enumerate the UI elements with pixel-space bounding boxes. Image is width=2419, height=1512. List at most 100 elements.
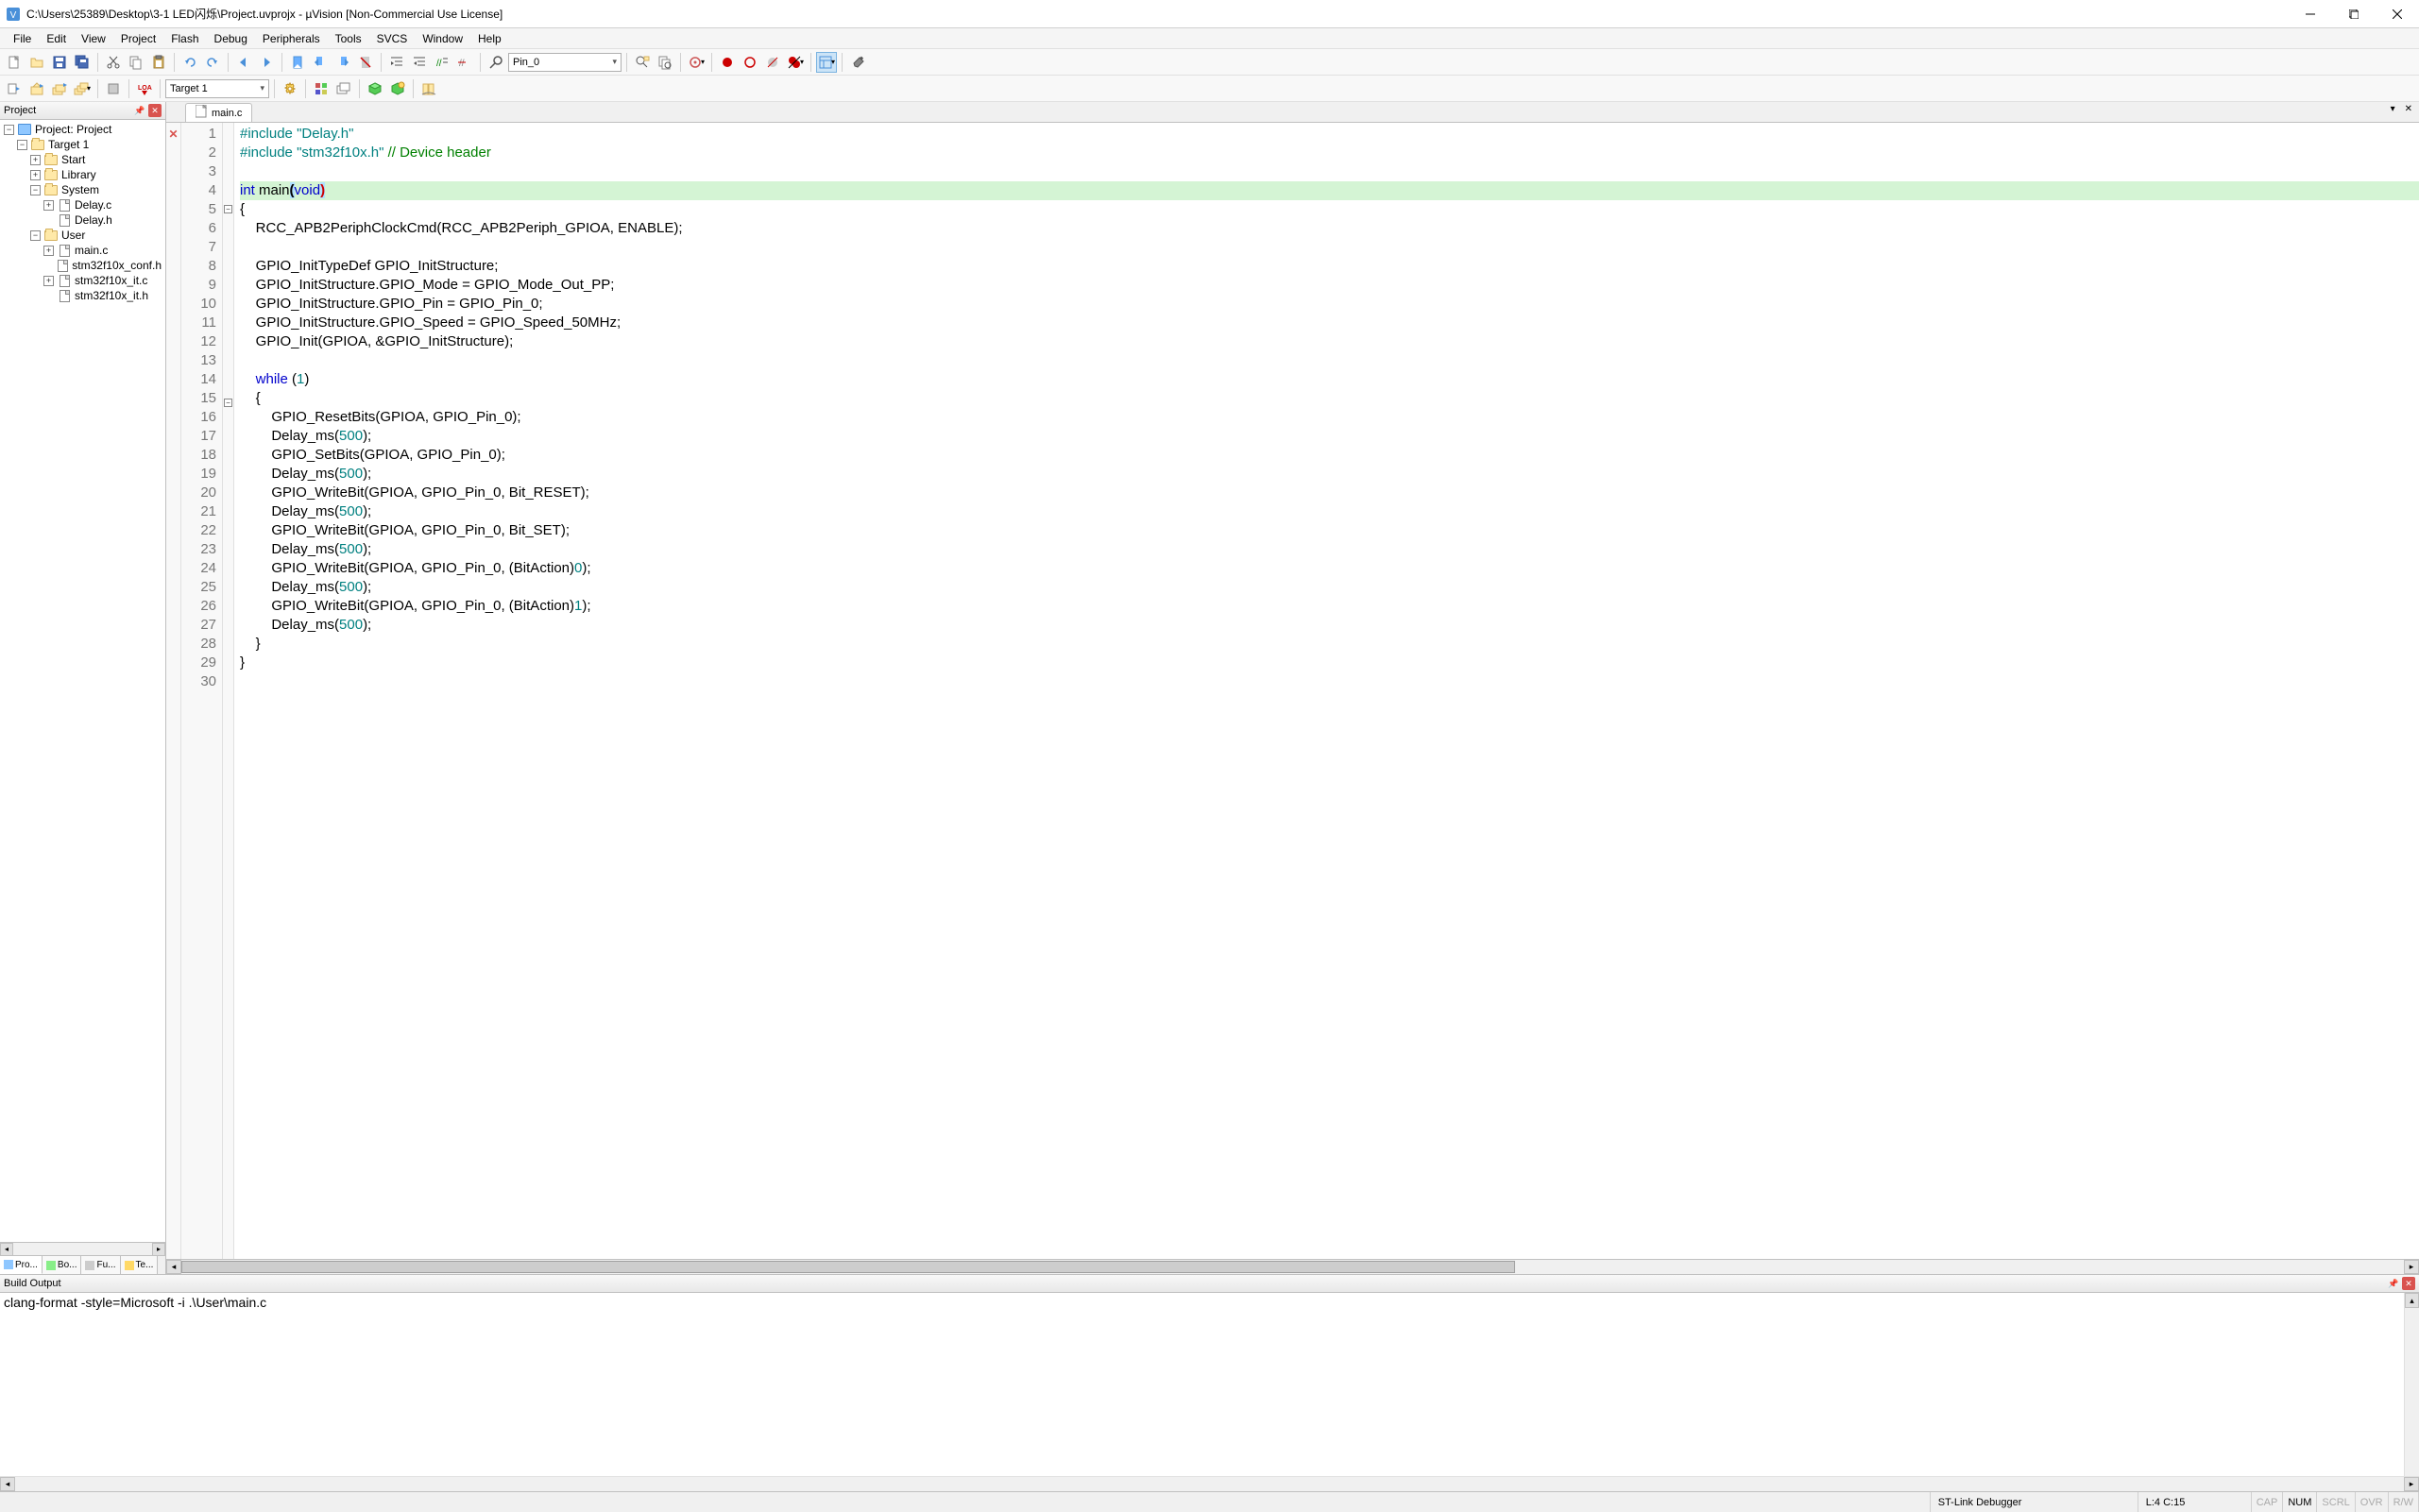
tree-group-start[interactable]: +Start	[0, 152, 165, 167]
code-line-15[interactable]: {	[240, 389, 2419, 408]
code-line-6[interactable]: RCC_APB2PeriphClockCmd(RCC_APB2Periph_GP…	[240, 219, 2419, 238]
find-in-files-button[interactable]	[655, 52, 675, 73]
stop-build-button[interactable]	[103, 78, 124, 99]
rebuild-button[interactable]	[49, 78, 70, 99]
books-button[interactable]	[418, 78, 439, 99]
scroll-right-icon[interactable]: ▸	[2404, 1260, 2419, 1274]
code-line-22[interactable]: GPIO_WriteBit(GPIOA, GPIO_Pin_0, Bit_SET…	[240, 521, 2419, 540]
translate-button[interactable]	[4, 78, 25, 99]
redo-button[interactable]	[202, 52, 223, 73]
scroll-left-icon[interactable]: ◂	[0, 1477, 15, 1491]
code-line-12[interactable]: GPIO_Init(GPIOA, &GPIO_InitStructure);	[240, 332, 2419, 351]
copy-button[interactable]	[126, 52, 146, 73]
code-line-13[interactable]	[240, 351, 2419, 370]
tab-dropdown-icon[interactable]: ▾	[2388, 104, 2398, 114]
code-line-25[interactable]: Delay_ms(500);	[240, 578, 2419, 597]
code-line-21[interactable]: Delay_ms(500);	[240, 502, 2419, 521]
panel-close-icon[interactable]: ✕	[2402, 1277, 2415, 1290]
build-button[interactable]	[26, 78, 47, 99]
unindent-button[interactable]	[409, 52, 430, 73]
bookmark-clear-button[interactable]	[355, 52, 376, 73]
scroll-right-icon[interactable]: ▸	[2404, 1477, 2419, 1491]
menu-svcs[interactable]: SVCS	[369, 30, 416, 47]
project-tab-0[interactable]: Pro...	[0, 1256, 43, 1274]
save-all-button[interactable]	[72, 52, 93, 73]
menu-window[interactable]: Window	[415, 30, 470, 47]
batch-build-button[interactable]: ▾	[72, 78, 93, 99]
code-editor[interactable]: ✕ 12345678910111213141516171819202122232…	[166, 123, 2419, 1259]
project-tab-1[interactable]: Bo...	[43, 1256, 82, 1274]
tree-hscroll[interactable]: ◂ ▸	[0, 1242, 165, 1255]
code-line-8[interactable]: GPIO_InitTypeDef GPIO_InitStructure;	[240, 257, 2419, 276]
menu-tools[interactable]: Tools	[328, 30, 369, 47]
tree-file-main-c[interactable]: +main.c	[0, 243, 165, 258]
scroll-up-icon[interactable]: ▴	[2405, 1293, 2419, 1308]
breakpoint-kill-button[interactable]: ▾	[785, 52, 806, 73]
menu-file[interactable]: File	[6, 30, 39, 47]
tree-file-stm32f10x_conf-h[interactable]: stm32f10x_conf.h	[0, 258, 165, 273]
code-line-29[interactable]: }	[240, 654, 2419, 672]
download-button[interactable]: LOAD	[134, 78, 155, 99]
nav-back-button[interactable]	[233, 52, 254, 73]
debug-button[interactable]: ▾	[686, 52, 707, 73]
code-line-5[interactable]: {	[240, 200, 2419, 219]
open-file-button[interactable]	[26, 52, 47, 73]
bookmark-next-button[interactable]	[332, 52, 353, 73]
menu-help[interactable]: Help	[470, 30, 509, 47]
tree-group-system[interactable]: −System	[0, 182, 165, 197]
nav-forward-button[interactable]	[256, 52, 277, 73]
window-layout-button[interactable]: ▾	[816, 52, 837, 73]
code-line-26[interactable]: GPIO_WriteBit(GPIOA, GPIO_Pin_0, (BitAct…	[240, 597, 2419, 616]
incremental-find-button[interactable]	[632, 52, 653, 73]
code-line-17[interactable]: Delay_ms(500);	[240, 427, 2419, 446]
tree-file-stm32f10x_it-h[interactable]: stm32f10x_it.h	[0, 288, 165, 303]
maximize-button[interactable]	[2332, 0, 2376, 28]
comment-button[interactable]: //	[432, 52, 452, 73]
build-vscroll[interactable]: ▴	[2404, 1293, 2419, 1476]
build-output-text[interactable]: clang-format -style=Microsoft -i .\User\…	[0, 1293, 2419, 1476]
project-tab-3[interactable]: Te...	[121, 1256, 159, 1274]
code-line-18[interactable]: GPIO_SetBits(GPIOA, GPIO_Pin_0);	[240, 446, 2419, 465]
project-tree[interactable]: −Project: Project−Target 1+Start+Library…	[0, 120, 165, 1242]
tree-file-Delay-c[interactable]: +Delay.c	[0, 197, 165, 212]
tree-target[interactable]: −Target 1	[0, 137, 165, 152]
tree-project-root[interactable]: −Project: Project	[0, 122, 165, 137]
code-line-20[interactable]: GPIO_WriteBit(GPIOA, GPIO_Pin_0, Bit_RES…	[240, 484, 2419, 502]
menu-view[interactable]: View	[74, 30, 113, 47]
build-hscroll[interactable]: ◂ ▸	[0, 1476, 2419, 1491]
menu-flash[interactable]: Flash	[163, 30, 206, 47]
save-button[interactable]	[49, 52, 70, 73]
code-line-3[interactable]	[240, 162, 2419, 181]
target-combo[interactable]: Target 1	[165, 79, 269, 98]
indent-button[interactable]	[386, 52, 407, 73]
find-combo[interactable]: Pin_0	[508, 53, 622, 72]
code-line-7[interactable]	[240, 238, 2419, 257]
tree-group-user[interactable]: −User	[0, 228, 165, 243]
panel-close-icon[interactable]: ✕	[148, 104, 162, 117]
code-line-28[interactable]: }	[240, 635, 2419, 654]
scroll-right-icon[interactable]: ▸	[152, 1243, 165, 1256]
cut-button[interactable]	[103, 52, 124, 73]
breakpoint-enable-button[interactable]	[740, 52, 760, 73]
code-line-11[interactable]: GPIO_InitStructure.GPIO_Speed = GPIO_Spe…	[240, 314, 2419, 332]
code-line-10[interactable]: GPIO_InitStructure.GPIO_Pin = GPIO_Pin_0…	[240, 295, 2419, 314]
editor-tab-main[interactable]: main.c	[185, 103, 252, 122]
code-line-16[interactable]: GPIO_ResetBits(GPIOA, GPIO_Pin_0);	[240, 408, 2419, 427]
code-line-30[interactable]	[240, 672, 2419, 691]
uncomment-button[interactable]: //	[454, 52, 475, 73]
manage-project-button[interactable]	[311, 78, 332, 99]
code-line-1[interactable]: #include "Delay.h"	[240, 125, 2419, 144]
pack-installer-button[interactable]	[365, 78, 385, 99]
menu-project[interactable]: Project	[113, 30, 163, 47]
new-file-button[interactable]	[4, 52, 25, 73]
scroll-left-icon[interactable]: ◂	[166, 1260, 181, 1274]
breakpoint-disable-button[interactable]	[762, 52, 783, 73]
scroll-thumb[interactable]	[181, 1261, 1515, 1273]
close-button[interactable]	[2376, 0, 2419, 28]
tree-file-Delay-h[interactable]: Delay.h	[0, 212, 165, 228]
find-button[interactable]	[486, 52, 506, 73]
menu-debug[interactable]: Debug	[207, 30, 255, 47]
editor-hscroll[interactable]: ◂ ▸	[166, 1259, 2419, 1274]
code-line-23[interactable]: Delay_ms(500);	[240, 540, 2419, 559]
code-line-9[interactable]: GPIO_InitStructure.GPIO_Mode = GPIO_Mode…	[240, 276, 2419, 295]
